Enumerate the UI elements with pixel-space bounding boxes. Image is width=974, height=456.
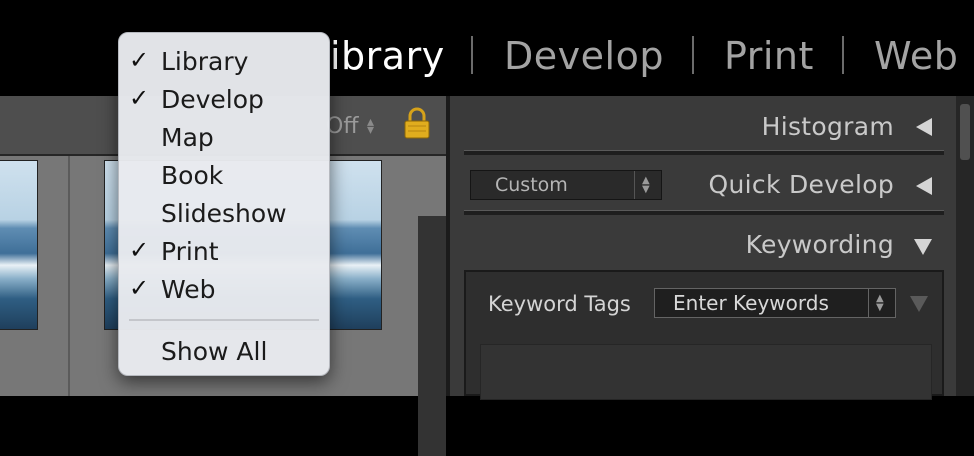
panel-scrollbar[interactable] <box>956 96 974 396</box>
stepper-icon[interactable]: ▲ ▼ <box>634 171 661 199</box>
triangle-left-icon[interactable] <box>916 177 932 195</box>
triangle-down-icon[interactable] <box>914 239 932 255</box>
checkmark-icon: ✓ <box>129 274 150 302</box>
lock-icon[interactable] <box>402 106 432 140</box>
menu-item-library[interactable]: ✓ Library <box>119 41 329 79</box>
menu-item-label: Map <box>161 123 214 152</box>
histogram-header[interactable]: Histogram <box>762 112 894 141</box>
keyword-entry-select[interactable]: Enter Keywords ▲ ▼ <box>654 288 896 318</box>
menu-item-label: Library <box>161 47 249 76</box>
menu-item-label: Develop <box>161 85 264 114</box>
keywording-header[interactable]: Keywording <box>746 230 894 259</box>
stepper-icon[interactable]: ▲ ▼ <box>868 289 895 317</box>
menu-item-slideshow[interactable]: Slideshow <box>119 193 329 231</box>
keyword-text-area[interactable] <box>480 344 932 400</box>
keyword-select-value: Enter Keywords <box>673 291 829 315</box>
triangle-down-icon[interactable] <box>910 296 928 312</box>
filmstrip-edge <box>418 216 446 456</box>
saved-preset-select[interactable]: Custom ▲ ▼ <box>470 170 662 200</box>
preset-value: Custom <box>495 174 568 196</box>
right-panel: Histogram Custom ▲ ▼ Quick Develop Keywor… <box>446 96 974 400</box>
menu-item-label: Book <box>161 161 224 190</box>
checkmark-icon: ✓ <box>129 236 150 264</box>
menu-item-label: Show All <box>161 337 268 366</box>
scrollbar-thumb[interactable] <box>960 104 970 160</box>
menu-item-show-all[interactable]: Show All <box>119 331 329 369</box>
menu-separator <box>129 319 319 321</box>
quick-develop-header[interactable]: Quick Develop <box>709 170 894 199</box>
grid-cell-divider <box>68 156 70 396</box>
module-separator <box>692 36 694 74</box>
checkmark-icon: ✓ <box>129 46 150 74</box>
photo-thumbnail[interactable] <box>0 160 38 330</box>
panel-divider <box>464 150 944 155</box>
sort-stepper-icon[interactable]: ▴ ▾ <box>367 115 374 137</box>
menu-item-book[interactable]: Book <box>119 155 329 193</box>
menu-item-web[interactable]: ✓ Web <box>119 269 329 307</box>
menu-item-label: Slideshow <box>161 199 287 228</box>
module-web[interactable]: Web <box>874 32 958 80</box>
triangle-left-icon[interactable] <box>916 118 932 136</box>
menu-item-label: Web <box>161 275 216 304</box>
module-library[interactable]: ibrary <box>330 32 445 80</box>
keywording-panel: Keyword Tags Enter Keywords ▲ ▼ <box>464 270 944 400</box>
module-visibility-menu: ✓ Library ✓ Develop Map Book Slideshow ✓… <box>118 32 330 376</box>
keyword-tags-label: Keyword Tags <box>488 292 631 316</box>
menu-item-develop[interactable]: ✓ Develop <box>119 79 329 117</box>
menu-item-map[interactable]: Map <box>119 117 329 155</box>
module-separator <box>842 36 844 74</box>
menu-item-label: Print <box>161 237 219 266</box>
sort-value[interactable]: Off <box>326 114 358 139</box>
checkmark-icon: ✓ <box>129 84 150 112</box>
module-develop[interactable]: Develop <box>504 32 664 80</box>
module-print[interactable]: Print <box>724 32 814 80</box>
panel-divider <box>464 210 944 215</box>
module-separator <box>471 36 473 74</box>
menu-item-print[interactable]: ✓ Print <box>119 231 329 269</box>
